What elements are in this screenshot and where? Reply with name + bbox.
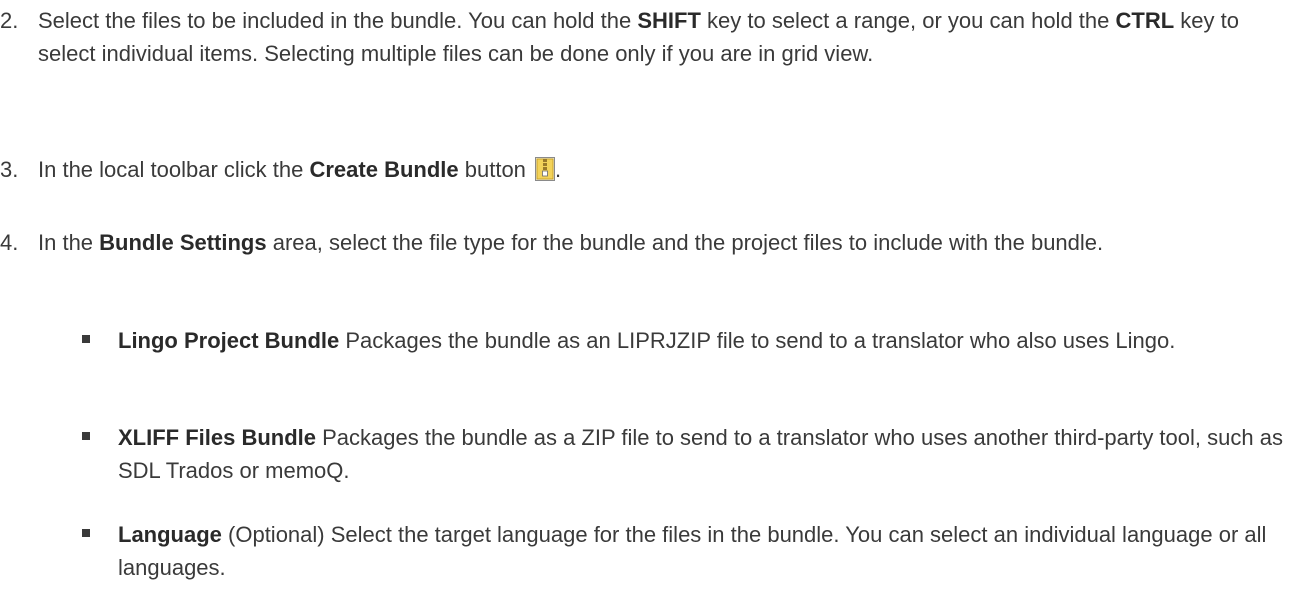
- step-3: 3. In the local toolbar click the Create…: [0, 153, 1302, 186]
- bullet-xliff-files-bundle: XLIFF Files Bundle Packages the bundle a…: [0, 421, 1302, 487]
- bullet-marker: [82, 529, 90, 537]
- bullet-language: Language (Optional) Select the target la…: [0, 518, 1302, 584]
- bullet-term: XLIFF Files Bundle: [118, 425, 317, 450]
- document-body: 2. Select the files to be included in th…: [0, 0, 1302, 595]
- bundle-settings-label: Bundle Settings: [99, 230, 267, 255]
- bullet-text: Language (Optional) Select the target la…: [118, 518, 1288, 584]
- bullet-description: Packages the bundle as an LIPRJZIP file …: [339, 328, 1176, 353]
- bullet-lingo-project-bundle: Lingo Project Bundle Packages the bundle…: [0, 324, 1302, 357]
- key-shift: SHIFT: [637, 8, 701, 33]
- key-ctrl: CTRL: [1115, 8, 1175, 33]
- step-2: 2. Select the files to be included in th…: [0, 4, 1302, 70]
- zip-bundle-icon: [535, 157, 556, 181]
- step-number: 2.: [0, 8, 19, 33]
- bullet-term: Lingo Project Bundle: [118, 328, 340, 353]
- bullet-term: Language: [118, 522, 222, 547]
- bullet-text: Lingo Project Bundle Packages the bundle…: [118, 324, 1288, 357]
- step-4: 4. In the Bundle Settings area, select t…: [0, 226, 1302, 259]
- bullet-description: (Optional) Select the target language fo…: [118, 522, 1267, 580]
- step-number: 4.: [0, 230, 19, 255]
- bullet-marker: [82, 432, 90, 440]
- step-number: 3.: [0, 157, 19, 182]
- step-text: In the Bundle Settings area, select the …: [38, 230, 1104, 255]
- step-text: In the local toolbar click the Create Bu…: [38, 157, 562, 182]
- create-bundle-label: Create Bundle: [309, 157, 459, 182]
- bullet-marker: [82, 335, 90, 343]
- step-text: Select the files to be included in the b…: [38, 8, 1239, 66]
- bullet-text: XLIFF Files Bundle Packages the bundle a…: [118, 421, 1288, 487]
